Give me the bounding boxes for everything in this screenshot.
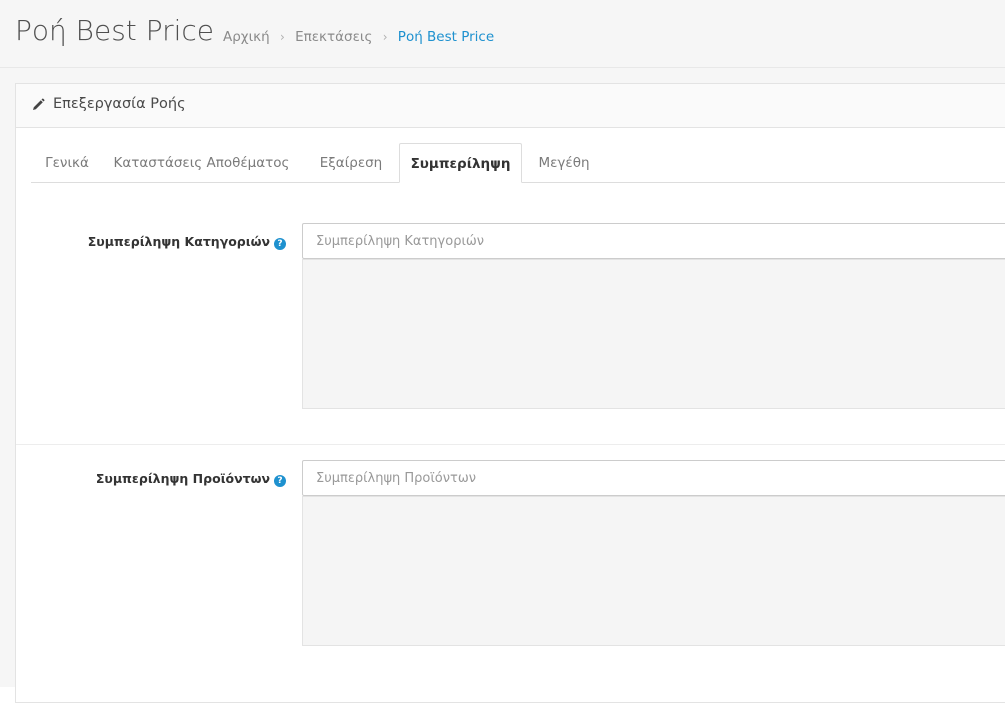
include-products-row: Συμπερίληψη Προϊόντων?	[16, 460, 1005, 646]
include-products-label-text: Συμπερίληψη Προϊόντων	[95, 471, 270, 486]
breadcrumb-separator-icon: ›	[279, 30, 285, 44]
include-products-label: Συμπερίληψη Προϊόντων?	[36, 471, 286, 487]
include-categories-input[interactable]	[302, 223, 1005, 259]
page-header: Ροή Best Price Αρχική › Επεκτάσεις › Ροή…	[0, 0, 1005, 68]
breadcrumb-separator-icon: ›	[382, 30, 388, 44]
page-title: Ροή Best Price	[15, 14, 214, 47]
include-products-input[interactable]	[302, 460, 1005, 496]
breadcrumb: Αρχική › Επεκτάσεις › Ροή Best Price	[223, 29, 494, 45]
breadcrumb-home-link[interactable]: Αρχική	[223, 29, 270, 45]
tab-bar: Γενικά Καταστάσεις Αποθέματος Εξαίρεση Σ…	[31, 143, 1005, 183]
question-circle-icon[interactable]: ?	[274, 475, 286, 487]
panel-title: Επεξεργασία Ροής	[53, 96, 186, 112]
tab-sizes[interactable]: Μεγέθη	[526, 143, 602, 183]
included-products-list[interactable]	[302, 496, 1005, 646]
tab-general[interactable]: Γενικά	[31, 143, 103, 183]
question-circle-icon[interactable]: ?	[274, 238, 286, 250]
tab-inclusion[interactable]: Συμπερίληψη	[399, 143, 522, 183]
tab-exclusion[interactable]: Εξαίρεση	[303, 143, 399, 183]
tab-stock-statuses[interactable]: Καταστάσεις Αποθέματος	[104, 143, 299, 183]
pencil-icon	[33, 98, 45, 110]
include-categories-row: Συμπερίληψη Κατηγοριών?	[16, 223, 1005, 409]
include-categories-label-text: Συμπερίληψη Κατηγοριών	[87, 234, 270, 249]
include-categories-label: Συμπερίληψη Κατηγοριών?	[36, 234, 286, 250]
breadcrumb-extensions-link[interactable]: Επεκτάσεις	[295, 29, 372, 45]
panel-heading: Επεξεργασία Ροής	[16, 84, 1005, 128]
edit-feed-panel: Επεξεργασία Ροής Γενικά Καταστάσεις Αποθ…	[15, 83, 1005, 703]
included-categories-list[interactable]	[302, 259, 1005, 409]
row-divider	[16, 444, 1005, 445]
breadcrumb-current-link[interactable]: Ροή Best Price	[398, 29, 494, 45]
